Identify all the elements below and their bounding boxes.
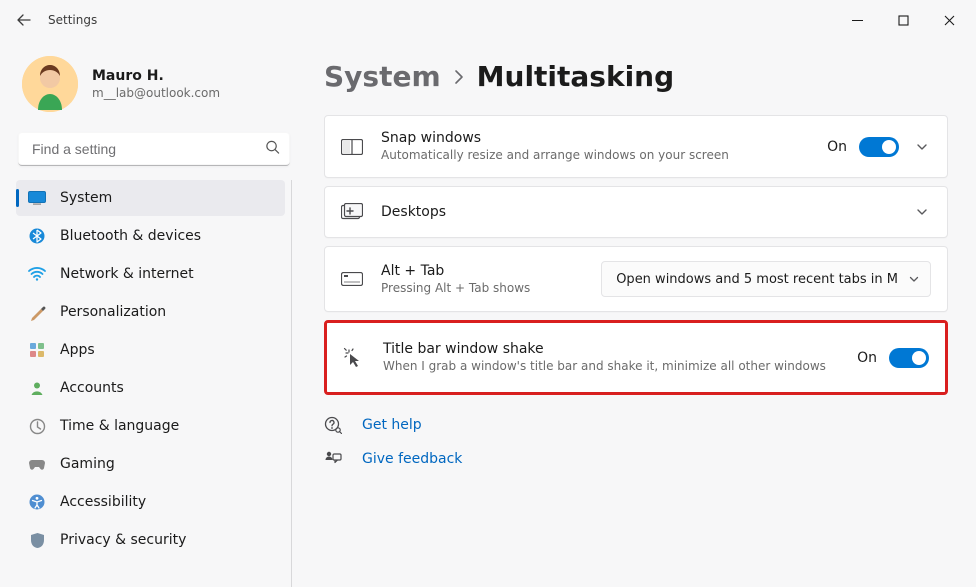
minimize-button[interactable]: [834, 4, 880, 36]
avatar: [22, 56, 78, 112]
setting-title: Title bar window shake: [383, 341, 839, 357]
sidebar: Mauro H. m__lab@outlook.com: [0, 40, 300, 587]
sidebar-item-accounts[interactable]: Accounts: [16, 370, 285, 406]
content: System Multitasking Snap windows Automat…: [300, 40, 976, 587]
toggle-label: On: [827, 139, 847, 155]
sidebar-item-label: Time & language: [60, 418, 179, 434]
sidebar-item-privacy[interactable]: Privacy & security: [16, 522, 285, 558]
page-title: Multitasking: [477, 60, 675, 93]
setting-title: Alt + Tab: [381, 263, 583, 279]
toggle-switch-icon: [889, 348, 929, 368]
close-button[interactable]: [926, 4, 972, 36]
setting-subtitle: Pressing Alt + Tab shows: [381, 280, 583, 296]
search-icon: [265, 140, 280, 159]
search-input[interactable]: [18, 132, 290, 166]
help-icon: [324, 416, 346, 434]
breadcrumb-parent[interactable]: System: [324, 60, 441, 93]
desktops-icon: [341, 201, 363, 223]
system-icon: [28, 189, 46, 207]
snap-toggle[interactable]: On: [827, 137, 899, 157]
sidebar-item-bluetooth[interactable]: Bluetooth & devices: [16, 218, 285, 254]
setting-card-alttab[interactable]: Alt + Tab Pressing Alt + Tab shows Open …: [324, 246, 948, 312]
wifi-icon: [28, 265, 46, 283]
minimize-icon: [852, 15, 863, 26]
setting-card-desktops[interactable]: Desktops: [324, 186, 948, 238]
link-label: Give feedback: [362, 451, 462, 467]
cursor-shake-icon: [343, 347, 365, 369]
close-icon: [944, 15, 955, 26]
chevron-down-icon: [915, 205, 929, 219]
arrow-left-icon: [16, 12, 32, 28]
clock-globe-icon: [28, 417, 46, 435]
window-title: Settings: [48, 13, 97, 27]
sidebar-item-label: Privacy & security: [60, 532, 186, 548]
maximize-icon: [898, 15, 909, 26]
sidebar-item-label: Accessibility: [60, 494, 146, 510]
sidebar-item-gaming[interactable]: Gaming: [16, 446, 285, 482]
settings-window: Settings: [0, 0, 976, 587]
titlebar: Settings: [0, 0, 976, 40]
sidebar-item-label: System: [60, 190, 112, 206]
setting-subtitle: When I grab a window's title bar and sha…: [383, 358, 839, 374]
shake-toggle[interactable]: On: [857, 348, 929, 368]
expand-button[interactable]: [913, 205, 931, 219]
person-icon: [28, 379, 46, 397]
alttab-dropdown[interactable]: Open windows and 5 most recent tabs in M: [601, 261, 931, 297]
sidebar-item-label: Personalization: [60, 304, 166, 320]
sidebar-item-label: Accounts: [60, 380, 124, 396]
setting-card-shake[interactable]: Title bar window shake When I grab a win…: [327, 323, 945, 392]
user-email: m__lab@outlook.com: [92, 86, 220, 100]
accessibility-icon: [28, 493, 46, 511]
chevron-down-icon: [908, 273, 920, 285]
bluetooth-icon: [28, 227, 46, 245]
snap-icon: [341, 136, 363, 158]
setting-title: Snap windows: [381, 130, 809, 146]
get-help-link[interactable]: Get help: [324, 413, 948, 437]
sidebar-item-label: Gaming: [60, 456, 115, 472]
feedback-icon: [324, 450, 346, 468]
sidebar-item-apps[interactable]: Apps: [16, 332, 285, 368]
sidebar-item-time[interactable]: Time & language: [16, 408, 285, 444]
sidebar-item-label: Network & internet: [60, 266, 194, 282]
toggle-label: On: [857, 350, 877, 366]
sidebar-item-accessibility[interactable]: Accessibility: [16, 484, 285, 520]
apps-icon: [28, 341, 46, 359]
chevron-right-icon: [453, 69, 465, 89]
link-label: Get help: [362, 417, 422, 433]
sidebar-item-label: Bluetooth & devices: [60, 228, 201, 244]
help-links: Get help Give feedback: [324, 413, 948, 471]
maximize-button[interactable]: [880, 4, 926, 36]
breadcrumb: System Multitasking: [324, 60, 948, 93]
user-name: Mauro H.: [92, 68, 220, 84]
paintbrush-icon: [28, 303, 46, 321]
dropdown-value: Open windows and 5 most recent tabs in M: [616, 272, 898, 287]
shield-icon: [28, 531, 46, 549]
sidebar-item-system[interactable]: System: [16, 180, 285, 216]
gamepad-icon: [28, 455, 46, 473]
give-feedback-link[interactable]: Give feedback: [324, 447, 948, 471]
setting-card-snap[interactable]: Snap windows Automatically resize and ar…: [324, 115, 948, 178]
expand-button[interactable]: [913, 140, 931, 154]
chevron-down-icon: [915, 140, 929, 154]
sidebar-item-personalization[interactable]: Personalization: [16, 294, 285, 330]
sidebar-item-network[interactable]: Network & internet: [16, 256, 285, 292]
search-box: [18, 132, 290, 166]
nav: System Bluetooth & devices Network & int…: [16, 180, 292, 587]
setting-subtitle: Automatically resize and arrange windows…: [381, 147, 809, 163]
profile-block[interactable]: Mauro H. m__lab@outlook.com: [16, 44, 292, 130]
setting-title: Desktops: [381, 204, 895, 220]
highlight-box: Title bar window shake When I grab a win…: [324, 320, 948, 395]
sidebar-item-label: Apps: [60, 342, 95, 358]
back-button[interactable]: [4, 0, 44, 40]
alttab-icon: [341, 268, 363, 290]
toggle-switch-icon: [859, 137, 899, 157]
